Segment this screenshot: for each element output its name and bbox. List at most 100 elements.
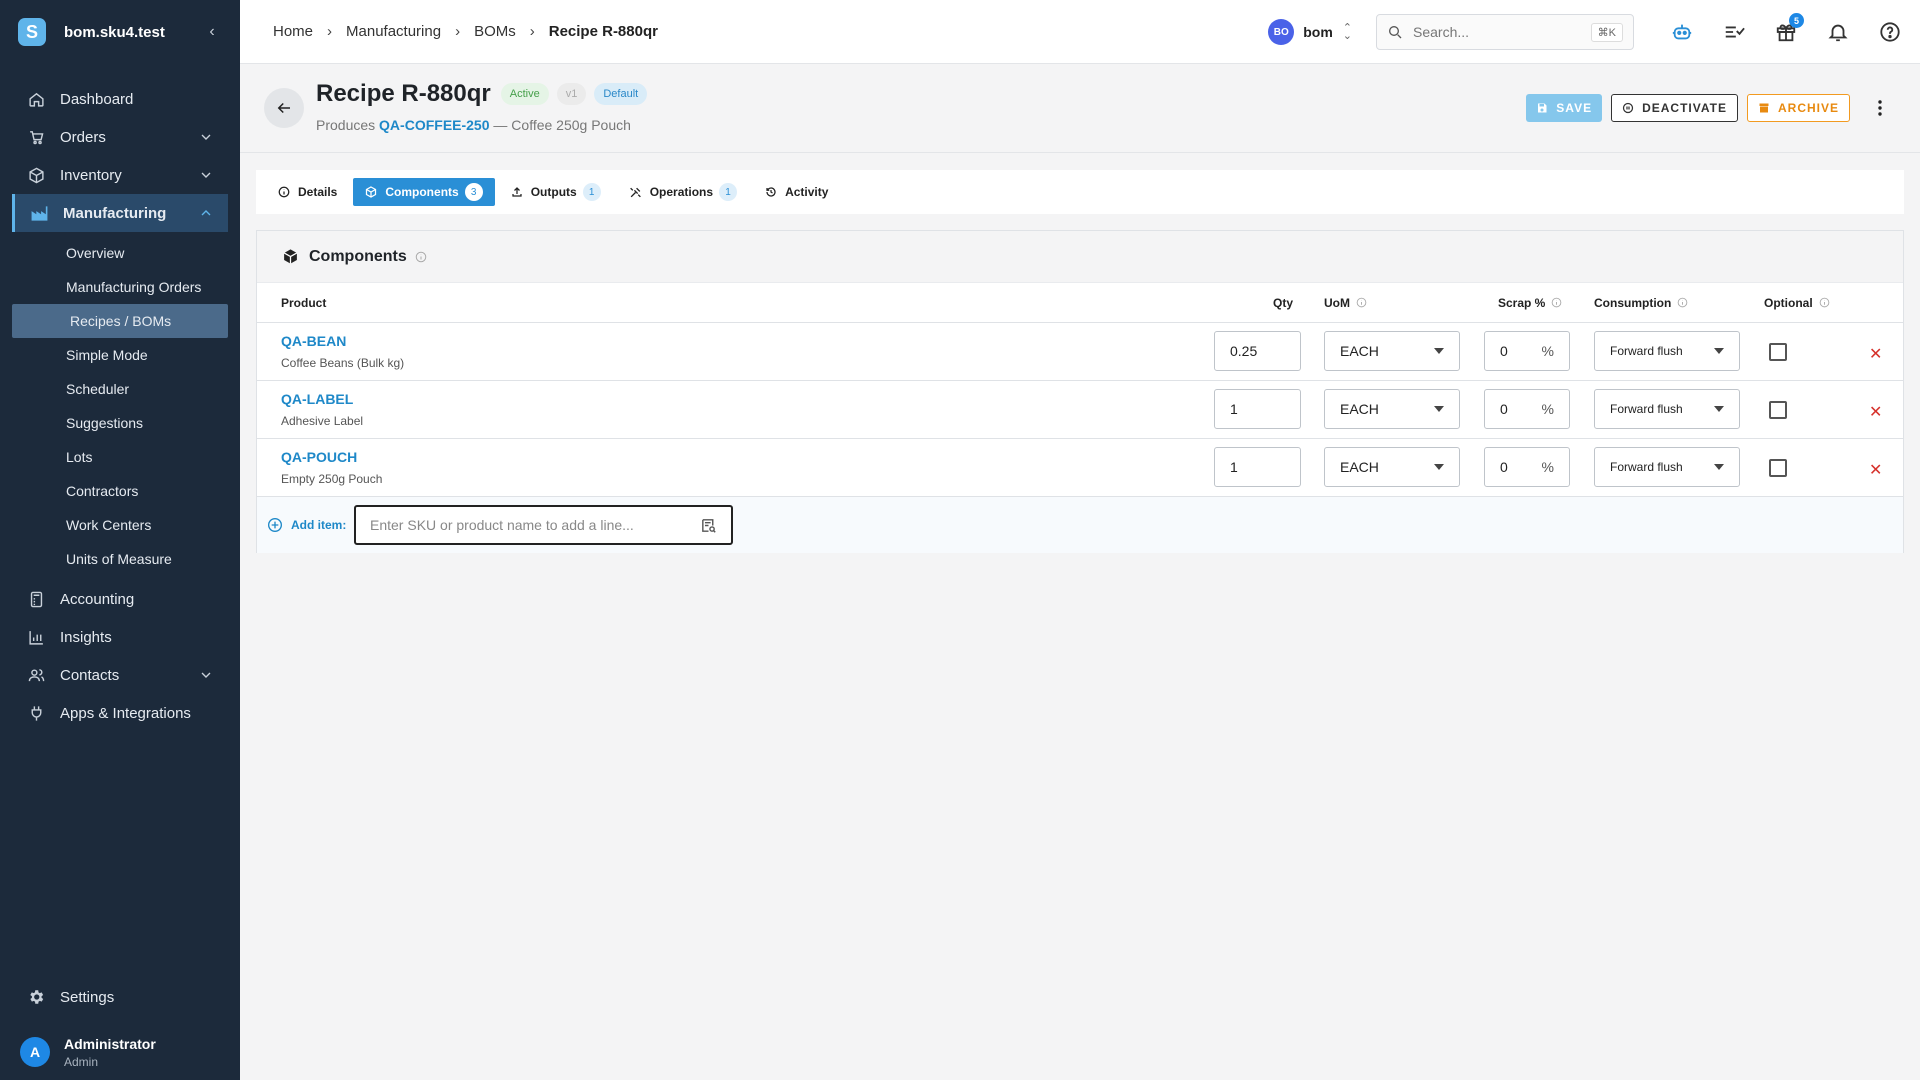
table-row: QA-BEAN Coffee Beans (Bulk kg) 0.25 EACH…: [257, 323, 1903, 381]
history-icon: [766, 187, 776, 197]
nav-item-inventory[interactable]: Inventory: [0, 156, 240, 194]
sub-item-simple-mode[interactable]: Simple Mode: [0, 338, 240, 372]
sub-item-lots[interactable]: Lots: [0, 440, 240, 474]
back-button[interactable]: [264, 88, 304, 128]
floppy-icon: [1538, 103, 1547, 113]
scrap-input[interactable]: 0 %: [1484, 389, 1570, 429]
info-icon[interactable]: [1551, 297, 1562, 308]
nav-item-settings[interactable]: Settings: [0, 978, 240, 1016]
optional-checkbox[interactable]: [1769, 459, 1787, 477]
remove-row-icon[interactable]: ✕: [1869, 402, 1882, 422]
nav-item-manufacturing[interactable]: Manufacturing: [12, 194, 228, 232]
product-search-icon[interactable]: [700, 517, 717, 534]
robot-icon[interactable]: [1670, 20, 1694, 44]
tab-bar: Details Components 3 Outputs 1 Operation…: [256, 170, 1904, 214]
tab-label: Outputs: [530, 185, 577, 199]
collapse-sidebar-icon[interactable]: ‹: [202, 23, 222, 41]
produces-sku-link[interactable]: QA-COFFEE-250: [379, 117, 489, 133]
uom-select[interactable]: EACH: [1324, 447, 1460, 487]
search-icon: [1389, 26, 1402, 39]
more-options-icon[interactable]: [1870, 100, 1890, 116]
percent-suffix: %: [1541, 401, 1554, 417]
manufacturing-submenu: Overview Manufacturing Orders Recipes / …: [0, 232, 240, 576]
breadcrumb-manufacturing[interactable]: Manufacturing: [346, 23, 441, 40]
sub-item-contractors[interactable]: Contractors: [0, 474, 240, 508]
sub-item-suggestions[interactable]: Suggestions: [0, 406, 240, 440]
gift-icon[interactable]: 5: [1774, 13, 1804, 44]
tab-outputs[interactable]: Outputs 1: [499, 178, 613, 206]
tab-components[interactable]: Components 3: [353, 178, 495, 206]
component-sku-link[interactable]: QA-BEAN: [281, 333, 346, 349]
nav-item-insights[interactable]: Insights: [0, 618, 240, 656]
remove-row-icon[interactable]: ✕: [1869, 460, 1882, 480]
deactivate-label: DEACTIVATE: [1642, 101, 1727, 115]
qty-input[interactable]: 1: [1214, 447, 1301, 487]
scrap-input[interactable]: 0 %: [1484, 447, 1570, 487]
consumption-select[interactable]: Forward flush: [1594, 331, 1740, 371]
search-input[interactable]: Search...: [1413, 24, 1591, 40]
home-icon: [26, 89, 46, 109]
help-icon[interactable]: [1878, 20, 1902, 44]
workspace-switcher[interactable]: BO bom ⌃ ⌄: [1268, 19, 1352, 45]
uom-value: EACH: [1340, 343, 1379, 359]
tab-details[interactable]: Details: [266, 178, 349, 206]
nav-label: Dashboard: [60, 90, 134, 108]
optional-checkbox[interactable]: [1769, 343, 1787, 361]
nav-item-contacts[interactable]: Contacts: [0, 656, 240, 694]
tab-operations[interactable]: Operations 1: [617, 178, 749, 206]
caret-down-icon: [1714, 464, 1724, 470]
deactivate-button[interactable]: DEACTIVATE: [1611, 94, 1738, 122]
component-sku-link[interactable]: QA-LABEL: [281, 391, 353, 407]
info-icon[interactable]: [1356, 297, 1367, 308]
bell-icon[interactable]: [1826, 20, 1850, 44]
nav-item-dashboard[interactable]: Dashboard: [0, 80, 240, 118]
remove-row-icon[interactable]: ✕: [1869, 344, 1882, 364]
arrow-left-icon: [277, 102, 290, 114]
brand-logo: S: [18, 18, 46, 46]
sub-item-scheduler[interactable]: Scheduler: [0, 372, 240, 406]
info-icon[interactable]: [1677, 297, 1688, 308]
optional-checkbox[interactable]: [1769, 401, 1787, 419]
tasks-icon[interactable]: [1722, 20, 1746, 44]
nav-item-accounting[interactable]: Accounting: [0, 580, 240, 618]
topbar: Home › Manufacturing › BOMs › Recipe R-8…: [240, 0, 1920, 64]
components-card: Components Product Qty UoM Scrap % Consu…: [256, 230, 1904, 553]
nav-label: Orders: [60, 128, 106, 146]
user-profile[interactable]: A Administrator Admin: [0, 1024, 240, 1080]
add-item-input[interactable]: [370, 517, 690, 533]
workspace-name: bom: [1303, 24, 1333, 40]
sub-item-units-of-measure[interactable]: Units of Measure: [0, 542, 240, 576]
sub-item-work-centers[interactable]: Work Centers: [0, 508, 240, 542]
sub-item-manufacturing-orders[interactable]: Manufacturing Orders: [0, 270, 240, 304]
search-shortcut: ⌘K: [1590, 22, 1623, 42]
qty-input[interactable]: 1: [1214, 389, 1301, 429]
archive-icon: [1759, 103, 1769, 113]
nav-item-orders[interactable]: Orders: [0, 118, 240, 156]
scrap-input[interactable]: 0 %: [1484, 331, 1570, 371]
save-button[interactable]: SAVE: [1526, 94, 1603, 122]
uom-select[interactable]: EACH: [1324, 389, 1460, 429]
chevron-down-icon: [201, 172, 211, 178]
nav-item-apps-integrations[interactable]: Apps & Integrations: [0, 694, 240, 732]
tab-count-badge: 1: [719, 183, 738, 201]
add-item-field[interactable]: [354, 505, 733, 545]
archive-button[interactable]: ARCHIVE: [1746, 94, 1850, 122]
sub-item-recipes-boms[interactable]: Recipes / BOMs: [12, 304, 228, 338]
consumption-select[interactable]: Forward flush: [1594, 389, 1740, 429]
tab-activity[interactable]: Activity: [753, 178, 840, 206]
nav-label: Apps & Integrations: [60, 704, 191, 722]
breadcrumb-home[interactable]: Home: [273, 23, 313, 40]
brand-name: bom.sku4.test: [64, 23, 165, 41]
qty-input[interactable]: 0.25: [1214, 331, 1301, 371]
search-box[interactable]: Search... ⌘K: [1376, 14, 1634, 50]
uom-select[interactable]: EACH: [1324, 331, 1460, 371]
breadcrumb-boms[interactable]: BOMs: [474, 23, 516, 40]
component-sku-link[interactable]: QA-POUCH: [281, 449, 357, 465]
plus-circle-icon[interactable]: [267, 517, 283, 533]
brand[interactable]: S bom.sku4.test ‹: [0, 0, 240, 64]
component-name: Coffee Beans (Bulk kg): [281, 356, 405, 370]
info-icon[interactable]: [415, 251, 427, 263]
info-icon[interactable]: [1819, 297, 1830, 308]
consumption-select[interactable]: Forward flush: [1594, 447, 1740, 487]
sub-item-overview[interactable]: Overview: [0, 236, 240, 270]
